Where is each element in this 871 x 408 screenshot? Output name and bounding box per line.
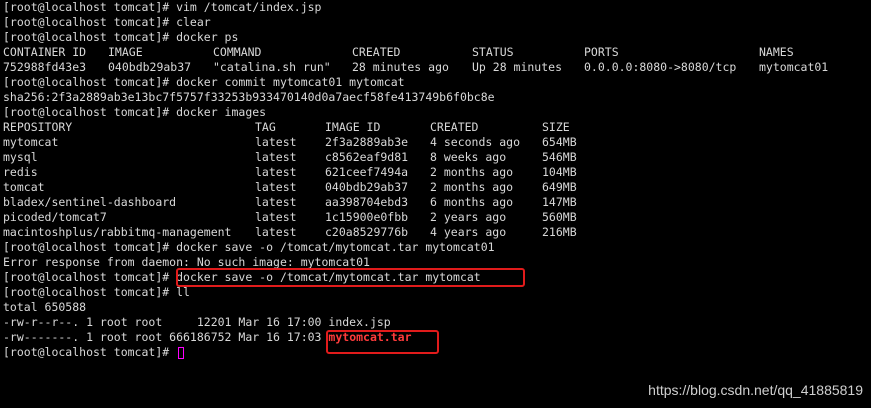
- cell-ports: 0.0.0.0:8080->8080/tcp: [584, 60, 737, 74]
- last-prompt: [root@localhost tomcat]#: [3, 345, 177, 359]
- header-created: CREATED: [352, 45, 401, 59]
- header-command: COMMAND: [213, 45, 262, 59]
- table-row: picoded/tomcat7 latest 1c15900e0fbb 2 ye…: [3, 210, 871, 225]
- cell-tag: latest: [255, 225, 297, 239]
- header-names: NAMES: [759, 45, 794, 59]
- cell-container-id: 752988fd43e3: [3, 60, 87, 74]
- cell-created: 6 months ago: [430, 195, 514, 209]
- cell-image: 040bdb29ab37: [108, 60, 192, 74]
- cell-repository: redis: [3, 165, 38, 179]
- cell-size: 649MB: [542, 180, 577, 194]
- header-created: CREATED: [430, 120, 479, 134]
- cell-created: 4 years ago: [430, 225, 507, 239]
- cell-created: 4 seconds ago: [430, 135, 521, 149]
- terminal-line: sha256:2f3a2889ab3e13bc7f5757f33253b9334…: [3, 90, 495, 104]
- cell-tag: latest: [255, 180, 297, 194]
- cell-repository: macintoshplus/rabbitmq-management: [3, 225, 232, 239]
- header-repository: REPOSITORY: [3, 120, 73, 134]
- docker-ps-header: CONTAINER ID IMAGE COMMAND CREATED STATU…: [3, 45, 871, 60]
- terminal-line: [root@localhost tomcat]# docker commit m…: [3, 75, 405, 89]
- header-container-id: CONTAINER ID: [3, 45, 87, 59]
- cell-size: 546MB: [542, 150, 577, 164]
- cell-repository: mytomcat: [3, 135, 59, 149]
- file-highlight-box: [326, 330, 439, 354]
- cell-image-id: 040bdb29ab37: [325, 180, 409, 194]
- header-tag: TAG: [255, 120, 276, 134]
- cell-image-id: 2f3a2889ab3e: [325, 135, 409, 149]
- header-status: STATUS: [472, 45, 514, 59]
- cell-tag: latest: [255, 135, 297, 149]
- cell-image-id: 1c15900e0fbb: [325, 210, 409, 224]
- cell-created: 8 weeks ago: [430, 150, 507, 164]
- table-row: redis latest 621ceef7494a 2 months ago 1…: [3, 165, 871, 180]
- cell-repository: picoded/tomcat7: [3, 210, 107, 224]
- table-row: tomcat latest 040bdb29ab37 2 months ago …: [3, 180, 871, 195]
- header-image-id: IMAGE ID: [325, 120, 381, 134]
- cell-repository: tomcat: [3, 180, 45, 194]
- table-row: bladex/sentinel-dashboard latest aa39870…: [3, 195, 871, 210]
- terminal-line: [root@localhost tomcat]# ll: [3, 285, 190, 299]
- cell-created: 28 minutes ago: [352, 60, 449, 74]
- terminal-line: [root@localhost tomcat]# docker save -o …: [3, 240, 495, 254]
- cell-size: 560MB: [542, 210, 577, 224]
- file-meta: -rw-------. 1 root root 666186752 Mar 16…: [3, 330, 329, 344]
- cell-tag: latest: [255, 150, 297, 164]
- header-ports: PORTS: [584, 45, 619, 59]
- cell-repository: mysql: [3, 150, 38, 164]
- cell-status: Up 28 minutes: [472, 60, 563, 74]
- cell-image-id: c20a8529776b: [325, 225, 409, 239]
- cell-command: "catalina.sh run": [213, 60, 331, 74]
- cell-created: 2 months ago: [430, 180, 514, 194]
- cell-size: 654MB: [542, 135, 577, 149]
- file-listing-row: -rw-r--r--. 1 root root 12201 Mar 16 17:…: [3, 315, 391, 329]
- header-image: IMAGE: [108, 45, 143, 59]
- command-highlight-box: [176, 268, 525, 287]
- cell-created: 2 years ago: [430, 210, 507, 224]
- cell-names: mytomcat01: [759, 60, 829, 74]
- cell-tag: latest: [255, 195, 297, 209]
- terminal-line: total 650588: [3, 300, 87, 314]
- cell-size: 216MB: [542, 225, 577, 239]
- table-row: mytomcat latest 2f3a2889ab3e 4 seconds a…: [3, 135, 871, 150]
- header-size: SIZE: [542, 120, 570, 134]
- table-row: mysql latest c8562eaf9d81 8 weeks ago 54…: [3, 150, 871, 165]
- cell-created: 2 months ago: [430, 165, 514, 179]
- terminal-line: [root@localhost tomcat]# vim /tomcat/ind…: [3, 0, 322, 14]
- terminal-line: [root@localhost tomcat]# docker images: [3, 105, 267, 119]
- cell-size: 104MB: [542, 165, 577, 179]
- cell-tag: latest: [255, 165, 297, 179]
- terminal-line: [root@localhost tomcat]#: [3, 345, 176, 360]
- cell-repository: bladex/sentinel-dashboard: [3, 195, 177, 209]
- docker-images-header: REPOSITORY TAG IMAGE ID CREATED SIZE: [3, 120, 871, 135]
- prompt: [root@localhost tomcat]#: [3, 270, 177, 284]
- terminal-line: [root@localhost tomcat]# clear: [3, 15, 211, 29]
- terminal-line: [root@localhost tomcat]# docker ps: [3, 30, 239, 44]
- cell-image-id: c8562eaf9d81: [325, 150, 409, 164]
- cell-size: 147MB: [542, 195, 577, 209]
- text-cursor: [178, 347, 184, 359]
- cell-tag: latest: [255, 210, 297, 224]
- watermark: https://blog.csdn.net/qq_41885819: [648, 382, 863, 398]
- cell-image-id: 621ceef7494a: [325, 165, 409, 179]
- table-row: macintoshplus/rabbitmq-management latest…: [3, 225, 871, 240]
- terminal-window[interactable]: [root@localhost tomcat]# vim /tomcat/ind…: [3, 0, 871, 408]
- docker-ps-row: 752988fd43e3 040bdb29ab37 "catalina.sh r…: [3, 60, 871, 75]
- cell-image-id: aa398704ebd3: [325, 195, 409, 209]
